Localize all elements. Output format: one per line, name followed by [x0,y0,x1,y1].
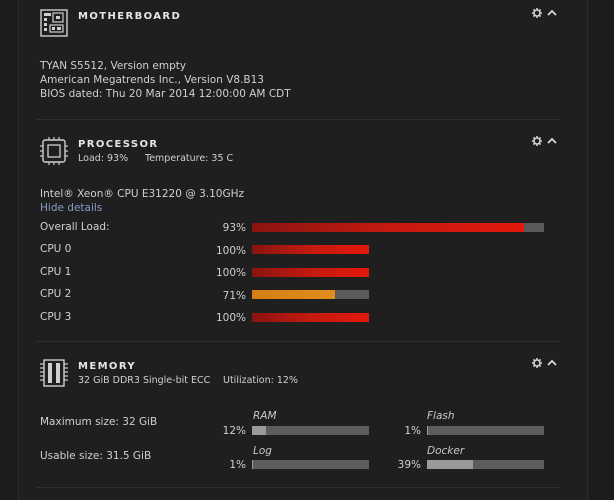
cpu-3-percent: 100% [215,312,246,324]
motherboard-title: MOTHERBOARD [78,11,182,22]
ram-gauge-fill [252,426,267,435]
processor-load-summary: Load: 93% [78,153,129,164]
section-divider [36,341,560,342]
motherboard-bios-vendor: American Megatrends Inc., Version V8.B13 [40,74,264,86]
cpu-1-label: CPU 1 [40,266,72,278]
cpu-0-percent: 100% [215,245,246,257]
docker-gauge-bar [427,460,544,469]
memory-title: MEMORY [78,361,137,372]
cpu-2-bar [252,290,369,299]
cpu-0-label: CPU 0 [40,243,72,255]
chevron-up-icon [547,137,557,149]
log-gauge-percent: 1% [229,459,246,471]
docker-gauge-fill [427,460,473,469]
chevron-up-icon [547,359,557,371]
cpu-3-label: CPU 3 [40,311,72,323]
ram-gauge-bar [252,426,369,435]
memory-settings-button[interactable] [532,358,542,371]
cpu-2-percent: 71% [222,290,246,302]
processor-temperature: Temperature: 35 C [145,153,234,164]
processor-collapse-button[interactable] [547,136,557,149]
memory-collapse-button[interactable] [547,358,557,371]
cpu-3-bar [252,313,369,322]
log-gauge-bar [252,460,369,469]
motherboard-bios-date: BIOS dated: Thu 20 Mar 2014 12:00:00 AM … [40,88,291,100]
gear-icon [532,358,542,371]
memory-summary: 32 GiB DDR3 Single-bit ECC [78,375,211,386]
memory-icon [40,359,68,391]
flash-gauge-fill [427,426,429,435]
cpu-1-bar-fill [252,268,369,277]
cpu-1-bar [252,268,369,277]
log-gauge-label: Log [253,445,272,457]
processor-title: PROCESSOR [78,139,159,150]
docker-gauge-label: Docker [427,445,465,457]
motherboard-collapse-button[interactable] [547,8,557,21]
memory-max-size: Maximum size: 32 GiB [40,416,158,428]
flash-gauge-label: Flash [427,410,455,422]
hide-details-link[interactable]: Hide details [40,202,102,214]
flash-gauge-percent: 1% [404,425,421,437]
log-gauge-fill [252,460,254,469]
memory-utilization: Utilization: 12% [223,375,298,386]
overall-load-bar [252,223,544,232]
ram-gauge-label: RAM [253,410,277,422]
cpu-2-label: CPU 2 [40,288,72,300]
flash-gauge-bar [427,426,544,435]
cpu-0-bar-fill [252,245,369,254]
processor-icon [40,137,68,169]
motherboard-settings-button[interactable] [532,8,542,21]
motherboard-model: TYAN S5512, Version empty [40,60,187,72]
chevron-up-icon [547,9,557,21]
motherboard-icon [40,9,68,41]
overall-load-bar-fill [252,223,524,232]
cpu-model: Intel® Xeon® CPU E31220 @ 3.10GHz [40,188,245,200]
section-divider [36,119,560,120]
gear-icon [532,8,542,21]
memory-usable-size: Usable size: 31.5 GiB [40,450,152,462]
cpu-3-bar-fill [252,313,369,322]
processor-settings-button[interactable] [532,136,542,149]
gear-icon [532,136,542,149]
cpu-2-bar-fill [252,290,336,299]
docker-gauge-percent: 39% [397,459,421,471]
overall-load-label: Overall Load: [40,221,110,233]
overall-load-percent: 93% [222,222,246,234]
ram-gauge-percent: 12% [222,425,246,437]
section-divider [36,487,560,488]
cpu-0-bar [252,245,369,254]
cpu-1-percent: 100% [215,267,246,279]
